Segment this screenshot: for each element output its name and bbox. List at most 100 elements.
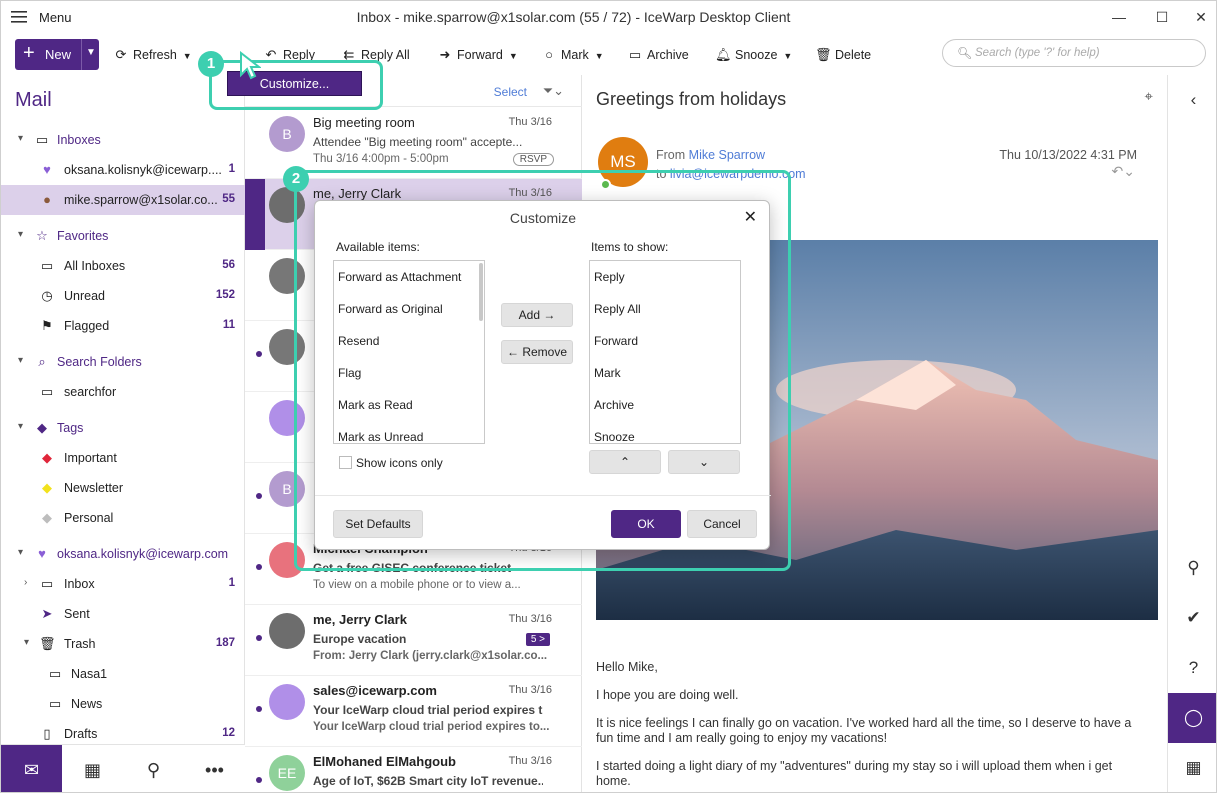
sidebar-item-label: Sent [64,607,90,621]
message-from: me, Jerry Clark [313,612,407,627]
reply-icon[interactable]: ↶⌄ [1112,163,1135,180]
sidebar-item-label: All Inboxes [64,259,126,273]
chat-panel-button[interactable]: ◯ [1168,693,1216,743]
message-date: Thu 10/13/2022 4:31 PM [999,148,1137,162]
more-modules-button[interactable]: ••• [184,745,245,792]
sidebar-item-label: searchfor [64,385,117,399]
message-date: Thu 3/16 [508,116,552,128]
new-button[interactable]: + New ▼ [15,39,99,70]
filter-icon[interactable]: ⏷⌄ [543,83,564,99]
chevron-down-icon[interactable]: ▼ [783,51,792,61]
trash-icon: 🗑︎ [815,47,832,62]
mail-module-button[interactable]: ✉ [1,745,62,792]
new-split-divider [81,39,82,70]
sidebar-item-news[interactable]: ▭ News [1,689,245,719]
unread-dot [256,635,262,641]
body-paragraph: Hello Mike, [596,660,658,674]
chevron-down-icon[interactable]: ▼ [595,51,604,61]
message-subject: Your IceWarp cloud trial period expires … [313,703,543,717]
contacts-module-button[interactable]: ⚲ [123,745,184,792]
forward-icon: ➜ [439,47,451,62]
forward-button[interactable]: ➜ Forward ▼ [437,47,518,63]
sidebar-item-oksana-account[interactable]: ▾ ♥ oksana.kolisnyk@icewarp.com [1,539,245,569]
unread-count: 11 [222,319,235,331]
chevron-down-icon[interactable]: ▾ [18,355,23,366]
unread-count: 56 [222,259,235,271]
close-window-button[interactable]: ✕ [1187,5,1215,29]
chevron-down-icon[interactable]: ▾ [18,229,23,240]
sidebar-item-label: mike.sparrow@x1solar.co... [64,193,218,207]
minimize-button[interactable]: — [1105,5,1133,29]
snooze-button[interactable]: 🔔︎ Snooze ▼ [715,47,792,63]
contacts-panel-button[interactable]: ⚲ [1168,543,1216,593]
icewarp-logo-icon: ♥ [38,546,46,561]
unread-dot [256,351,262,357]
search-input[interactable]: 🔍︎ Search (type '?' for help) [942,39,1206,67]
trash-icon: 🗑︎ [39,636,56,651]
calendar-module-button[interactable]: ▦ [62,745,123,792]
sidebar-item-newsletter[interactable]: ◆ Newsletter [1,473,245,503]
sidebar-item-sent[interactable]: ➤ Sent [1,599,245,629]
icewarp-logo-icon: ♥ [43,162,51,177]
help-panel-button[interactable]: ? [1168,643,1216,693]
message-preview: To view on a mobile phone or to view a..… [313,579,521,591]
sidebar-item-all-inboxes[interactable]: ▭ All Inboxes 56 [1,251,245,281]
maximize-button[interactable]: ☐ [1148,5,1176,29]
chevron-down-icon[interactable]: ▾ [24,637,29,648]
sidebar-item-tags[interactable]: ▾ ◆ Tags [1,413,245,443]
chevron-right-icon[interactable]: › [24,577,27,588]
select-link[interactable]: Select [494,85,527,99]
chevron-down-icon[interactable]: ▼ [509,51,518,61]
chevron-down-icon[interactable]: ▼ [183,51,192,61]
sender-link[interactable]: Mike Sparrow [689,148,765,162]
chevron-down-icon[interactable]: ▾ [18,133,23,144]
sidebar-item-trash[interactable]: ▾ 🗑︎ Trash 187 [1,629,245,659]
chevron-down-icon[interactable]: ▼ [86,47,96,58]
message-from: ElMohaned ElMahgoub [313,754,456,769]
calendar-panel-button[interactable]: ▦ [1168,743,1216,792]
message-from: Big meeting room [313,115,415,130]
sidebar-item-label: Inbox [64,577,95,591]
message-row[interactable]: EE ElMohaned ElMahgoub Thu 3/16 Age of I… [245,747,582,792]
archive-button[interactable]: ▭ Archive [627,47,689,63]
sidebar-item-personal[interactable]: ◆ Personal [1,503,245,533]
message-date: Thu 3/16 [508,684,552,696]
tag-icon[interactable]: ⌖ [1145,88,1153,105]
body-paragraph: I hope you are doing well. [596,688,739,702]
callout-highlight-2 [294,170,791,571]
refresh-button[interactable]: ⟳ Refresh ▼ [113,47,192,63]
sidebar-item-label: oksana.kolisnyk@icewarp.... [64,163,222,177]
sidebar-item-mike-inbox[interactable]: ● mike.sparrow@x1solar.co... 55 [1,185,245,215]
plus-icon: + [23,42,35,64]
callout-number-1: 1 [198,51,224,77]
refresh-icon: ⟳ [115,47,127,62]
sidebar-item-nasa1[interactable]: ▭ Nasa1 [1,659,245,689]
mark-button[interactable]: ○ Mark ▼ [541,47,604,62]
sidebar-item-search-folders[interactable]: ▾ ⌕ Search Folders [1,347,245,377]
chevron-down-icon[interactable]: ▾ [18,421,23,432]
collapse-panel-button[interactable]: ‹ [1168,75,1216,125]
sidebar-item-important[interactable]: ◆ Important [1,443,245,473]
sidebar-item-label: Inboxes [57,133,101,147]
snooze-label: Snooze [735,48,778,62]
chevron-down-icon[interactable]: ▾ [18,547,23,558]
sidebar-item-flagged[interactable]: ⚑ Flagged 11 [1,311,245,341]
sidebar-item-unread[interactable]: ◷ Unread 152 [1,281,245,311]
sidebar-item-searchfor[interactable]: ▭ searchfor [1,377,245,407]
sidebar-item-inbox[interactable]: › ▭ Inbox 1 [1,569,245,599]
help-icon: ? [1188,658,1199,677]
sidebar-item-favorites[interactable]: ▾ ☆ Favorites [1,221,245,251]
sidebar-item-oksana-inbox[interactable]: ♥ oksana.kolisnyk@icewarp.... 1 [1,155,245,185]
unread-dot [256,564,262,570]
from-prefix: From [656,148,686,162]
folder-icon: ▭ [48,696,62,711]
message-row[interactable]: me, Jerry Clark Thu 3/16 Europe vacation… [245,605,582,676]
sidebar-item-inboxes[interactable]: ▾ ▭ Inboxes [1,125,245,155]
delete-button[interactable]: 🗑︎ Delete [815,47,871,63]
message-subject: Europe vacation [313,632,407,646]
tasks-panel-button[interactable]: ✔ [1168,593,1216,643]
body-paragraph: I started doing a light diary of my "adv… [596,759,1113,788]
message-row[interactable]: sales@icewarp.com Thu 3/16 Your IceWarp … [245,676,582,747]
message-subject-title: Greetings from holidays [596,89,787,109]
inbox-icon: ▭ [40,258,54,273]
